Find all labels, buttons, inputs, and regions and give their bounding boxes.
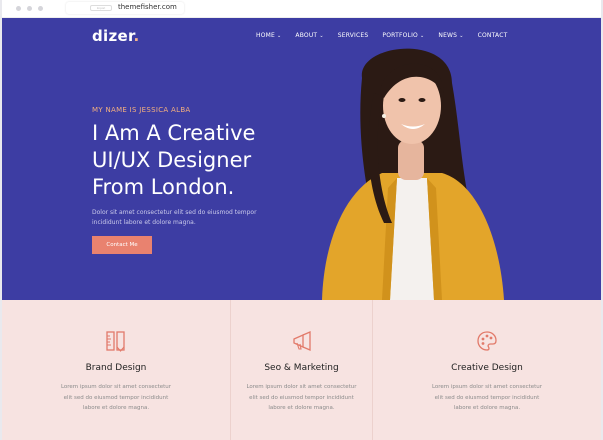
feature-line: elit sed do eiusmod tempor incididunt (434, 394, 540, 401)
address-bar[interactable]: Import themefisher.com (66, 2, 184, 14)
window-controls (16, 6, 43, 11)
minimize-window-dot[interactable] (27, 6, 32, 11)
feature-title: Brand Design (85, 363, 147, 373)
pencil-ruler-icon (106, 331, 125, 352)
contact-me-button[interactable]: Contact Me (92, 236, 152, 254)
hero-portrait-image (322, 48, 504, 300)
feature-line: labore et dolore magna. (82, 405, 150, 411)
logo-dot: . (133, 27, 140, 45)
hero-headline: I Am A Creative UI/UX Designer From Lond… (92, 120, 332, 201)
feature-line: labore et dolore magna. (268, 405, 335, 411)
browser-window: Import themefisher.com dizer. HOME ⌄ ABOU… (2, 0, 601, 440)
feature-line: Lorem ipsum dolor sit amet consectetur (60, 384, 172, 390)
feature-line: elit sed do eiusmod tempor incididunt (63, 394, 169, 401)
headline-line: I Am A Creative (92, 121, 256, 145)
feature-line: labore et dolore magna. (453, 405, 521, 411)
feature-title: Creative Design (451, 363, 523, 373)
feature-card: Seo & Marketing Lorem ipsum dolor sit am… (231, 300, 373, 440)
logo-text: dizer (92, 27, 134, 45)
hero-eyebrow: MY NAME IS JESSICA ALBA (92, 106, 191, 114)
feature-text: Lorem ipsum dolor sit amet consectetur e… (244, 382, 359, 414)
feature-title: Seo & Marketing (264, 363, 339, 373)
close-window-dot[interactable] (16, 6, 21, 11)
feature-text: Lorem ipsum dolor sit amet consectetur e… (59, 382, 174, 414)
hero-section: dizer. HOME ⌄ ABOUT ⌄ SERVICES PORTFOLIO ⌄ … (2, 18, 601, 300)
chevron-down-icon: ⌄ (277, 33, 282, 39)
lead-line: Dolor sit amet consectetur elit sed do e… (92, 209, 257, 216)
feature-text: Lorem ipsum dolor sit amet consectetur e… (430, 382, 545, 414)
headline-line: UI/UX Designer (92, 148, 252, 172)
lead-line: incididunt labore et dolore magna. (92, 219, 196, 226)
megaphone-icon (292, 331, 311, 351)
browser-chrome: Import themefisher.com (2, 0, 601, 18)
address-url[interactable]: themefisher.com (118, 3, 177, 11)
address-pill: Import (90, 5, 112, 11)
feature-line: elit sed do eiusmod tempor incididunt (249, 394, 354, 401)
nav-item-home[interactable]: HOME ⌄ (256, 32, 281, 39)
feature-line: Lorem ipsum dolor sit amet consectetur (246, 384, 357, 390)
nav-label: HOME (256, 32, 276, 39)
feature-card: Creative Design Lorem ipsum dolor sit am… (373, 300, 601, 440)
site-logo[interactable]: dizer. (92, 27, 140, 45)
hero-lead: Dolor sit amet consectetur elit sed do e… (92, 208, 272, 228)
feature-line: Lorem ipsum dolor sit amet consectetur (431, 384, 543, 390)
palette-icon (477, 331, 497, 351)
feature-card: Brand Design Lorem ipsum dolor sit amet … (2, 300, 231, 440)
maximize-window-dot[interactable] (38, 6, 43, 11)
features-section: Brand Design Lorem ipsum dolor sit amet … (2, 300, 601, 440)
headline-line: From London. (92, 175, 235, 199)
